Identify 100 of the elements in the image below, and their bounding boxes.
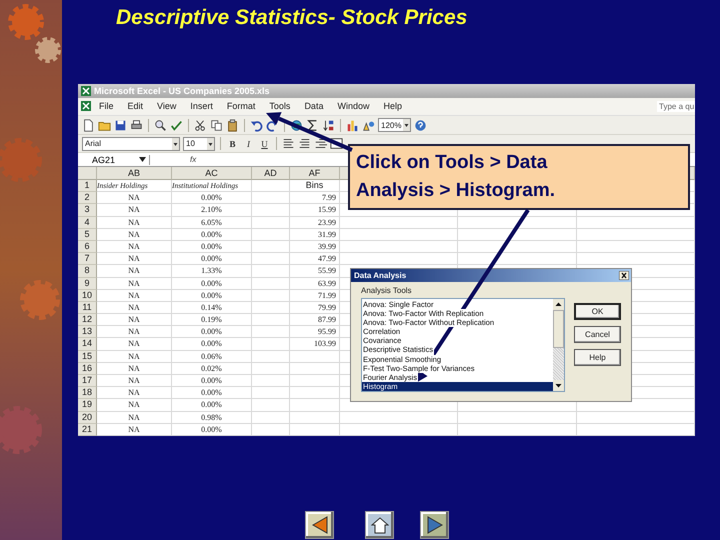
table-cell: 0.00% [172, 228, 252, 241]
row-header[interactable]: 5 [78, 228, 97, 241]
help-icon[interactable] [414, 118, 428, 132]
dialog-title: Data Analysis [354, 271, 406, 280]
bar-chart-icon[interactable] [346, 118, 359, 132]
menu-item[interactable]: Format [220, 100, 262, 112]
column-header[interactable]: AF [290, 167, 340, 180]
row-header[interactable]: 7 [78, 253, 97, 266]
row-header[interactable]: 17 [78, 375, 97, 388]
drawing-tools-icon[interactable] [362, 118, 375, 132]
list-label: Analysis Tools [361, 286, 413, 295]
table-cell: NA [97, 192, 172, 204]
row-header[interactable]: 4 [78, 216, 97, 229]
align-left-icon[interactable] [282, 137, 295, 150]
table-cell: 15.99 [290, 204, 340, 217]
empty-cell [252, 228, 290, 241]
empty-cell [252, 278, 290, 290]
copy-icon[interactable] [210, 118, 223, 132]
sort-icon[interactable] [322, 118, 335, 132]
menu-item[interactable]: Insert [184, 100, 219, 112]
row-header[interactable]: 10 [78, 290, 97, 302]
formula-label: fx [190, 155, 196, 164]
font-dropdown[interactable]: Arial [82, 136, 180, 151]
magnifier-icon[interactable] [154, 118, 167, 132]
scroll-thumb[interactable] [553, 310, 564, 348]
spreadsheet-icon [81, 86, 91, 96]
empty-cell [290, 424, 340, 436]
row-header[interactable]: 9 [78, 278, 97, 290]
row-header[interactable]: 1 [78, 180, 97, 192]
row-header[interactable]: 20 [78, 412, 97, 424]
table-cell: NA [97, 302, 172, 314]
table-cell: 0.00% [172, 240, 252, 254]
close-icon[interactable] [619, 271, 629, 280]
empty-cell [252, 338, 290, 351]
row-header[interactable]: 21 [78, 424, 97, 436]
empty-cell [252, 350, 290, 363]
table-cell: NA [97, 399, 172, 412]
table-cell: NA [97, 362, 172, 376]
row-header[interactable]: 13 [78, 326, 97, 338]
empty-cell [252, 302, 290, 314]
previous-button[interactable] [305, 511, 334, 539]
column-header[interactable]: AD [252, 167, 290, 180]
dialog-button[interactable]: OK [574, 303, 621, 320]
row-header[interactable]: 14 [78, 338, 97, 351]
row-header[interactable]: 15 [78, 350, 97, 363]
home-button[interactable] [365, 511, 394, 539]
table-cell: NA [97, 253, 172, 266]
row-header[interactable]: 16 [78, 362, 97, 376]
table-cell: 31.99 [290, 228, 340, 241]
table-cell: NA [97, 424, 172, 436]
table-cell: NA [97, 350, 172, 363]
table-cell: 0.14% [172, 302, 252, 314]
globe-icon[interactable] [290, 118, 303, 132]
format-button[interactable]: I [242, 138, 255, 149]
checkmark-icon[interactable] [170, 118, 183, 132]
column-header[interactable]: AB [97, 167, 172, 180]
row-header[interactable]: 19 [78, 399, 97, 412]
table-cell: 95.99 [290, 326, 340, 338]
table-cell: 0.00% [172, 338, 252, 351]
font-size-dropdown[interactable]: 10 [183, 136, 215, 151]
left-triangle-icon [310, 516, 328, 534]
row-header[interactable]: 11 [78, 302, 97, 314]
format-button[interactable]: B [226, 138, 239, 149]
menu-item[interactable]: Tools [263, 100, 296, 112]
name-box[interactable]: AG21 [78, 154, 150, 165]
row-header[interactable]: 18 [78, 387, 97, 400]
caret-icon[interactable] [172, 138, 179, 150]
scissors-icon[interactable] [194, 118, 207, 132]
row-header[interactable]: 12 [78, 314, 97, 326]
empty-cell [252, 362, 290, 376]
dialog-button[interactable]: Help [574, 349, 621, 366]
menu-item[interactable]: View [151, 100, 182, 112]
align-center-icon[interactable] [298, 137, 311, 150]
caret-icon[interactable] [403, 119, 410, 132]
align-right-icon[interactable] [314, 137, 327, 150]
menu-item[interactable]: File [93, 100, 120, 112]
scroll-bar[interactable] [553, 299, 564, 391]
dialog-button[interactable]: Cancel [574, 326, 621, 343]
empty-cell [252, 204, 290, 217]
zoom-dropdown[interactable]: 120% [378, 118, 412, 132]
menu-item[interactable]: Edit [122, 100, 150, 112]
column-header[interactable]: AC [172, 167, 252, 180]
sigma-icon[interactable] [306, 118, 319, 132]
help-search-field[interactable]: Type a qu [657, 100, 695, 112]
printer-icon[interactable] [130, 118, 143, 132]
undo-icon[interactable] [250, 118, 263, 132]
caret-icon[interactable] [207, 138, 214, 150]
clipboard-icon[interactable] [226, 118, 239, 132]
menu-item[interactable]: Window [331, 100, 376, 112]
next-button[interactable] [420, 511, 449, 539]
row-header[interactable]: 6 [78, 240, 97, 254]
menu-item[interactable]: Help [377, 100, 408, 112]
table-cell: 79.99 [290, 302, 340, 314]
format-button[interactable]: U [258, 138, 271, 149]
menu-item[interactable]: Data [298, 100, 330, 112]
row-header[interactable]: 2 [78, 192, 97, 204]
row-header[interactable]: 8 [78, 265, 97, 278]
table-cell: 6.05% [172, 216, 252, 229]
document-icon[interactable] [82, 118, 95, 132]
row-header[interactable]: 3 [78, 204, 97, 217]
